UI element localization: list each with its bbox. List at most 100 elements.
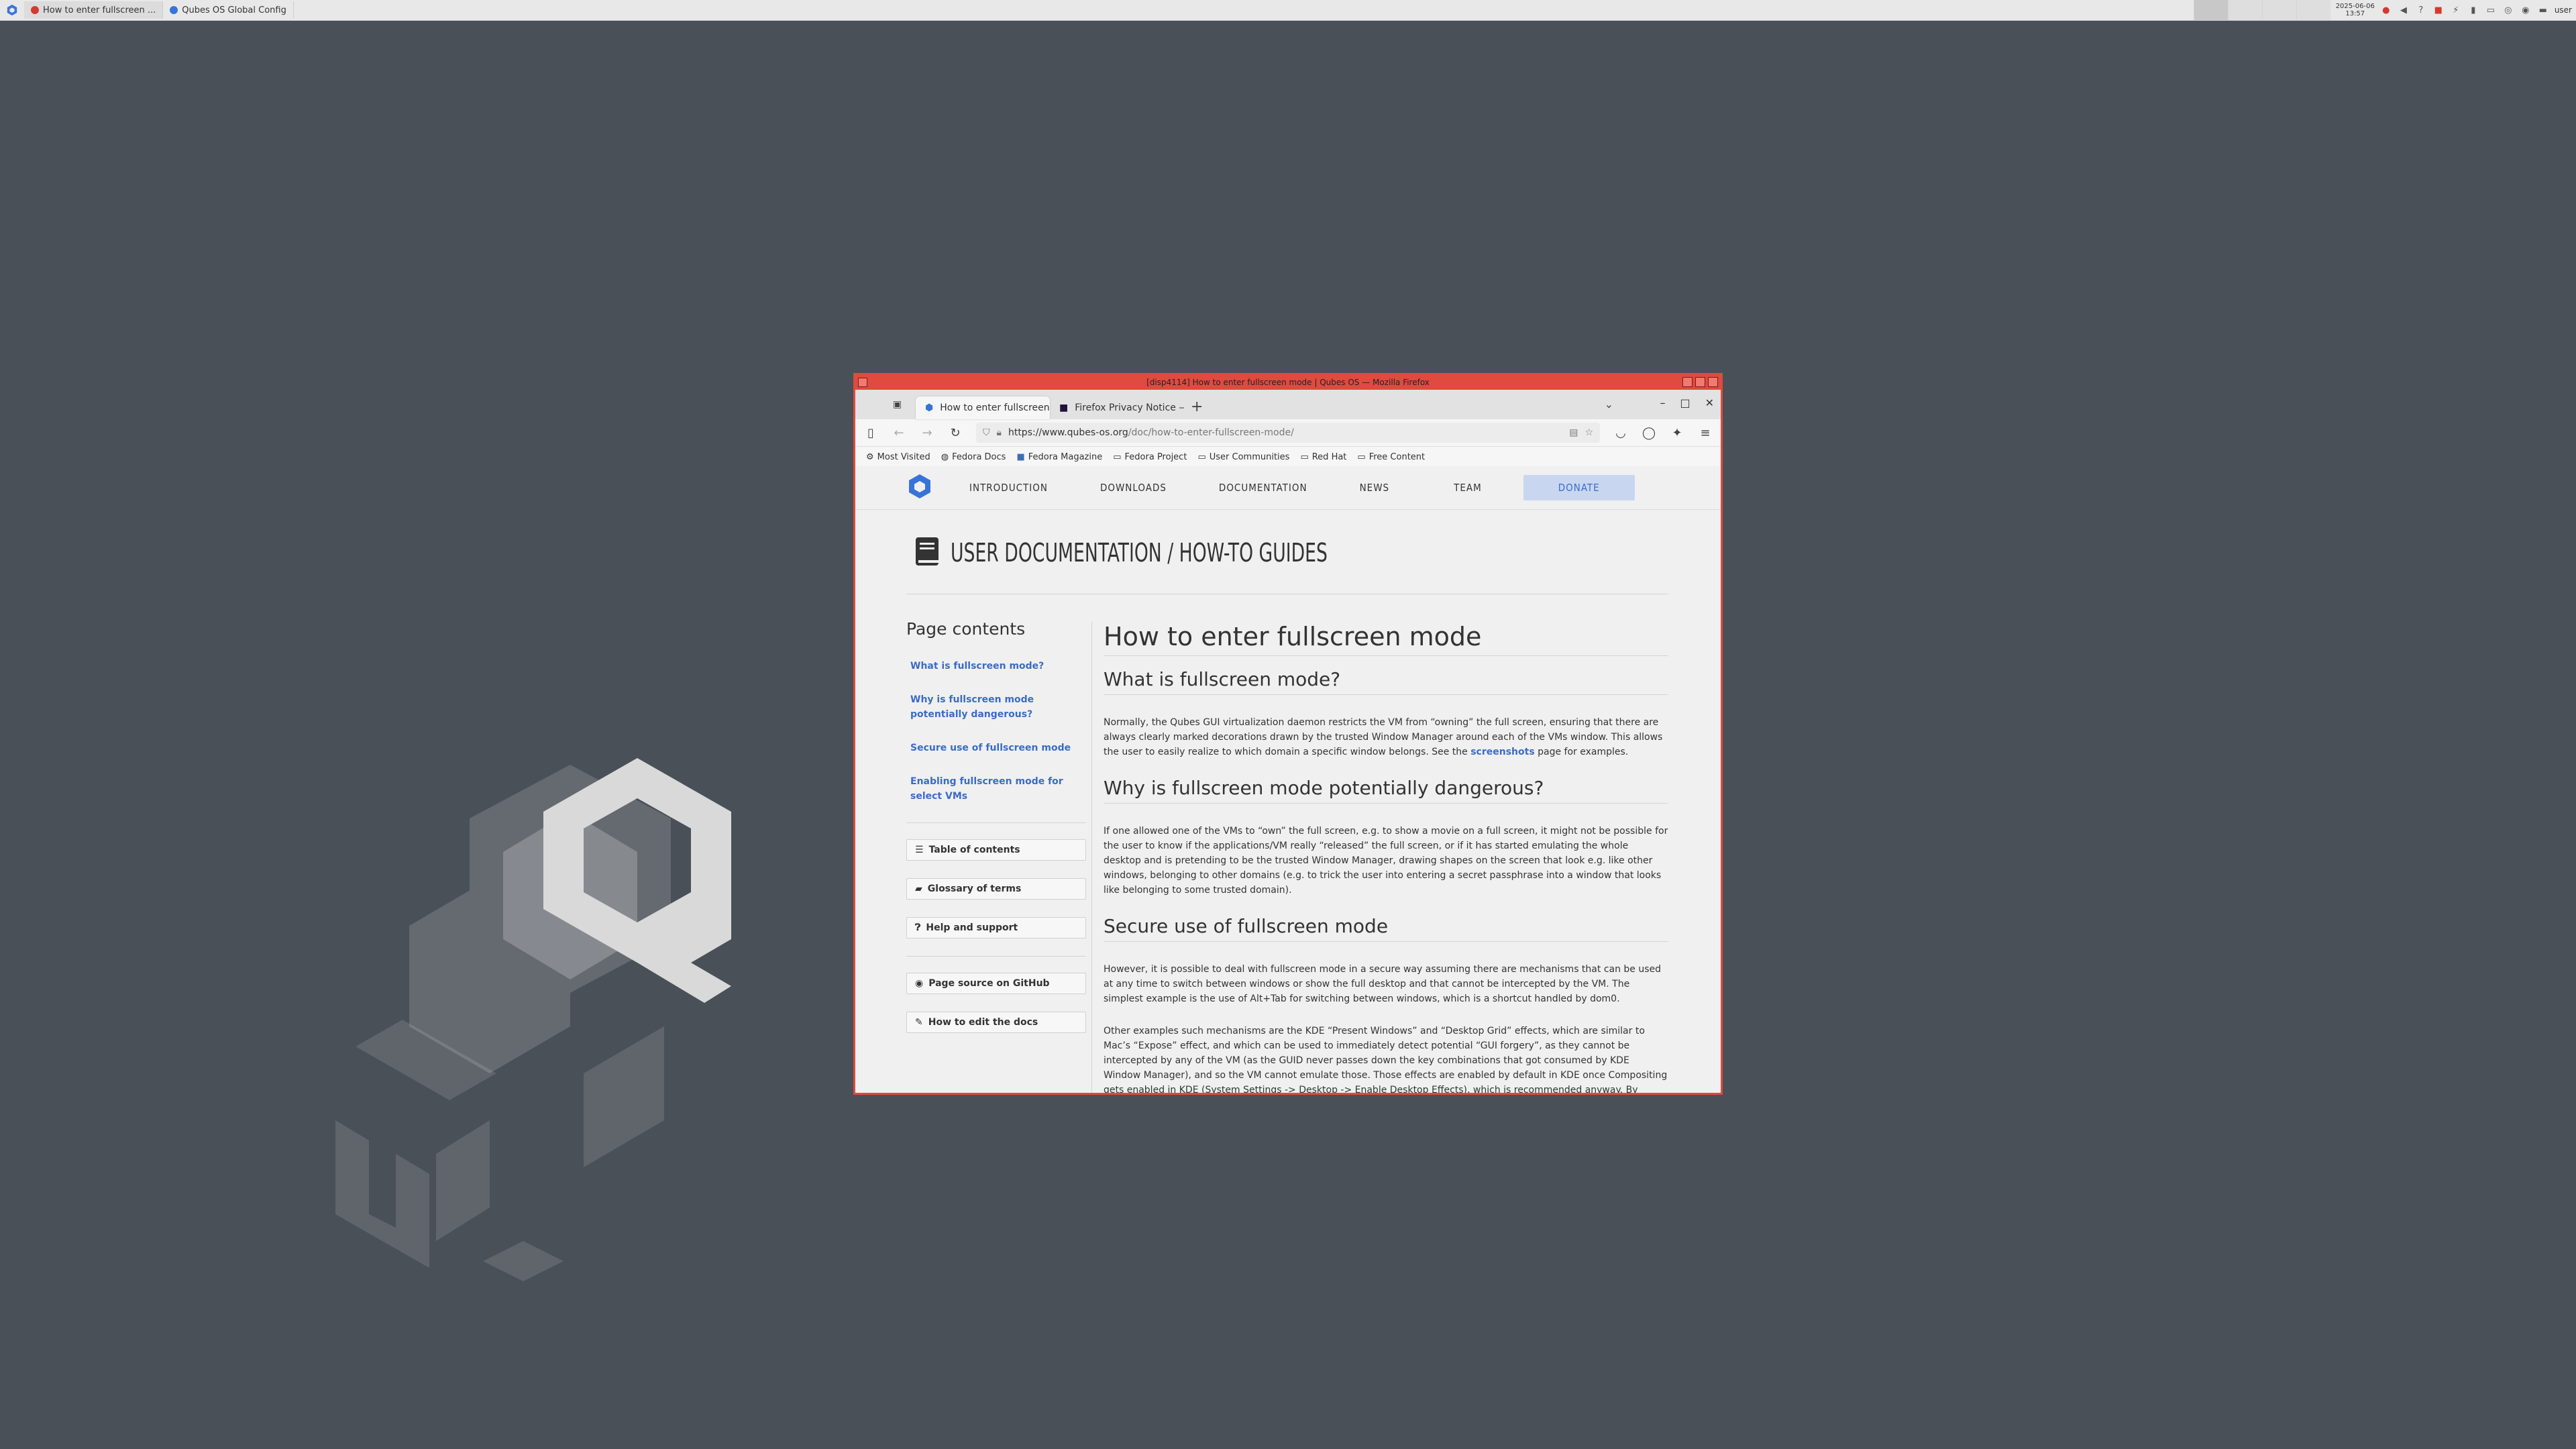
- section-header: User documentation / How-to guides: [914, 536, 1434, 570]
- bookmark-fedora-docs[interactable]: ◍ Fedora Docs: [941, 452, 1006, 462]
- workspace-3[interactable]: [2261, 0, 2296, 20]
- network-icon[interactable]: ⚡: [2450, 4, 2462, 16]
- minimize-icon[interactable]: –: [1660, 396, 1665, 409]
- back-icon[interactable]: ←: [892, 426, 906, 440]
- extensions-icon[interactable]: ✦: [1670, 426, 1684, 440]
- bookmark-fedora-magazine[interactable]: ■ Fedora Magazine: [1016, 452, 1102, 462]
- help-support-button[interactable]: ❓︎ Help and support: [906, 917, 1086, 938]
- account-icon[interactable]: ◯: [1642, 426, 1656, 440]
- workspace-switcher[interactable]: [2193, 0, 2330, 20]
- bookmark-fedora-project[interactable]: ▭ Fedora Project: [1113, 452, 1187, 462]
- qubes-logo-icon[interactable]: [906, 473, 933, 502]
- nav-introduction[interactable]: Introduction: [969, 482, 1048, 494]
- donate-button[interactable]: Donate: [1523, 475, 1635, 500]
- firefox-view-icon[interactable]: ▣: [893, 399, 902, 410]
- qubes-menu-icon[interactable]: [4, 2, 20, 18]
- volume-icon[interactable]: ◀: [2398, 4, 2410, 16]
- screenshots-link[interactable]: screenshots: [1470, 747, 1534, 757]
- nav-news[interactable]: News: [1360, 482, 1390, 494]
- system-tray: 2025-06-06 13:57 ● ◀ ? ■ ⚡ ▮ ▭ ◎ ◉ ▬ use…: [2193, 0, 2576, 20]
- reload-icon[interactable]: ↻: [948, 426, 963, 440]
- window-title: [disp4114] How to enter fullscreen mode …: [1146, 378, 1430, 387]
- updates-icon[interactable]: ◉: [2520, 4, 2532, 16]
- lock-icon[interactable]: ▮: [2467, 4, 2479, 16]
- taskbar-item-firefox[interactable]: How to enter fullscreen ...: [24, 1, 164, 19]
- close-icon[interactable]: ✕: [1705, 396, 1714, 409]
- workspace-1[interactable]: [2193, 0, 2228, 20]
- tab-label: How to enter fullscreen m: [940, 402, 1050, 413]
- divider: [906, 822, 1086, 823]
- heading-what: What is fullscreen mode?: [1104, 668, 1668, 695]
- bookmark-red-hat[interactable]: ▭ Red Hat: [1300, 452, 1346, 462]
- menu-icon[interactable]: ≡: [1698, 426, 1713, 440]
- paragraph-secure-2: Other examples such mechanisms are the K…: [1104, 1026, 1668, 1093]
- tab-privacy-notice[interactable]: ■ Firefox Privacy Notice — Fi ✕: [1050, 396, 1184, 419]
- nav-team[interactable]: Team: [1454, 482, 1482, 494]
- sidebar-icon[interactable]: ▯: [863, 426, 878, 440]
- edit-docs-button[interactable]: ✎ How to edit the docs: [906, 1012, 1086, 1033]
- gear-icon: ⚙: [866, 451, 874, 462]
- edit-icon: ✎: [915, 1017, 923, 1028]
- globe-icon: ◍: [941, 451, 949, 462]
- fedora-icon: ■: [1016, 451, 1025, 462]
- pocket-icon[interactable]: ◡: [1613, 426, 1628, 440]
- clock-time: 13:57: [2345, 10, 2365, 17]
- qubes-wallpaper-logo-icon: [335, 758, 731, 1281]
- heading-why: Why is fullscreen mode potentially dange…: [1104, 777, 1668, 804]
- question-icon: ❓︎: [915, 922, 921, 933]
- article-title: How to enter fullscreen mode: [1104, 622, 1668, 656]
- new-tab-button[interactable]: +: [1184, 398, 1210, 419]
- toc-list: What is fullscreen mode? Why is fullscre…: [906, 659, 1086, 804]
- folder-icon: ▭: [1357, 451, 1366, 462]
- workspace-4[interactable]: [2296, 0, 2330, 20]
- book-icon: [914, 536, 941, 570]
- toc-link[interactable]: Enabling fullscreen mode for select VMs: [910, 774, 1086, 804]
- tab-label: Firefox Privacy Notice — Fi: [1075, 402, 1184, 413]
- url-text[interactable]: https://www.qubes-os.org/doc/how-to-ente…: [1008, 427, 1562, 438]
- window-menu-icon[interactable]: [858, 378, 867, 387]
- help-icon[interactable]: ?: [2415, 4, 2427, 16]
- toc-link[interactable]: Secure use of fullscreen mode: [910, 741, 1086, 755]
- bookmark-most-visited[interactable]: ⚙ Most Visited: [866, 452, 930, 462]
- nav-documentation[interactable]: Documentation: [1219, 482, 1307, 494]
- list-all-tabs-icon[interactable]: ⌄: [1605, 398, 1613, 411]
- window-titlebar[interactable]: [disp4114] How to enter fullscreen mode …: [855, 375, 1721, 390]
- toc-link[interactable]: What is fullscreen mode?: [910, 659, 1086, 674]
- toc-link[interactable]: Why is fullscreen mode potentially dange…: [910, 692, 1086, 722]
- bookmark-star-icon[interactable]: ☆: [1585, 427, 1593, 438]
- github-icon: ◉: [915, 978, 924, 989]
- glossary-button[interactable]: ▰ Glossary of terms: [906, 878, 1086, 900]
- window-close-icon[interactable]: [1708, 377, 1718, 387]
- window-minimize-icon[interactable]: [1682, 377, 1693, 387]
- reader-view-icon[interactable]: ▤: [1569, 427, 1578, 438]
- firefox-favicon: ■: [1059, 402, 1069, 413]
- nav-downloads[interactable]: Downloads: [1100, 482, 1167, 494]
- firefox-red-icon: [31, 6, 39, 14]
- taskbar-item-label: How to enter fullscreen ...: [43, 5, 156, 15]
- workspace-2[interactable]: [2227, 0, 2262, 20]
- forward-icon[interactable]: →: [920, 426, 934, 440]
- page-content: Introduction Downloads Documentation New…: [855, 466, 1721, 1093]
- tab-fullscreen-mode[interactable]: ⬢ How to enter fullscreen m ✕: [916, 396, 1050, 419]
- battery-icon[interactable]: ▬: [2537, 4, 2549, 16]
- firefox-window: [disp4114] How to enter fullscreen mode …: [853, 373, 1723, 1095]
- window-maximize-icon[interactable]: [1695, 377, 1705, 387]
- devices-icon[interactable]: ■: [2432, 4, 2445, 16]
- domains-icon[interactable]: ◎: [2502, 4, 2514, 16]
- user-label[interactable]: user: [2555, 5, 2572, 15]
- shield-icon[interactable]: ⛉: [983, 427, 990, 438]
- taskbar-item-global-config[interactable]: Qubes OS Global Config: [163, 1, 294, 19]
- bookmark-free-content[interactable]: ▭ Free Content: [1357, 452, 1425, 462]
- clipboard-icon[interactable]: ▭: [2485, 4, 2497, 16]
- qubes-config-icon: [170, 6, 178, 14]
- folder-icon: ▭: [1300, 451, 1309, 462]
- microphone-icon[interactable]: ●: [2380, 4, 2392, 16]
- clock[interactable]: 2025-06-06 13:57: [2336, 3, 2375, 17]
- table-of-contents-button[interactable]: ☰ Table of contents: [906, 839, 1086, 861]
- page-contents-title: Page contents: [906, 619, 1026, 639]
- github-source-button[interactable]: ◉ Page source on GitHub: [906, 973, 1086, 994]
- maximize-icon[interactable]: □: [1680, 396, 1690, 409]
- lock-icon[interactable]: 🔒︎: [997, 427, 1002, 438]
- bookmark-user-communities[interactable]: ▭ User Communities: [1197, 452, 1289, 462]
- url-bar[interactable]: ⛉ 🔒︎ https://www.qubes-os.org/doc/how-to…: [976, 423, 1600, 443]
